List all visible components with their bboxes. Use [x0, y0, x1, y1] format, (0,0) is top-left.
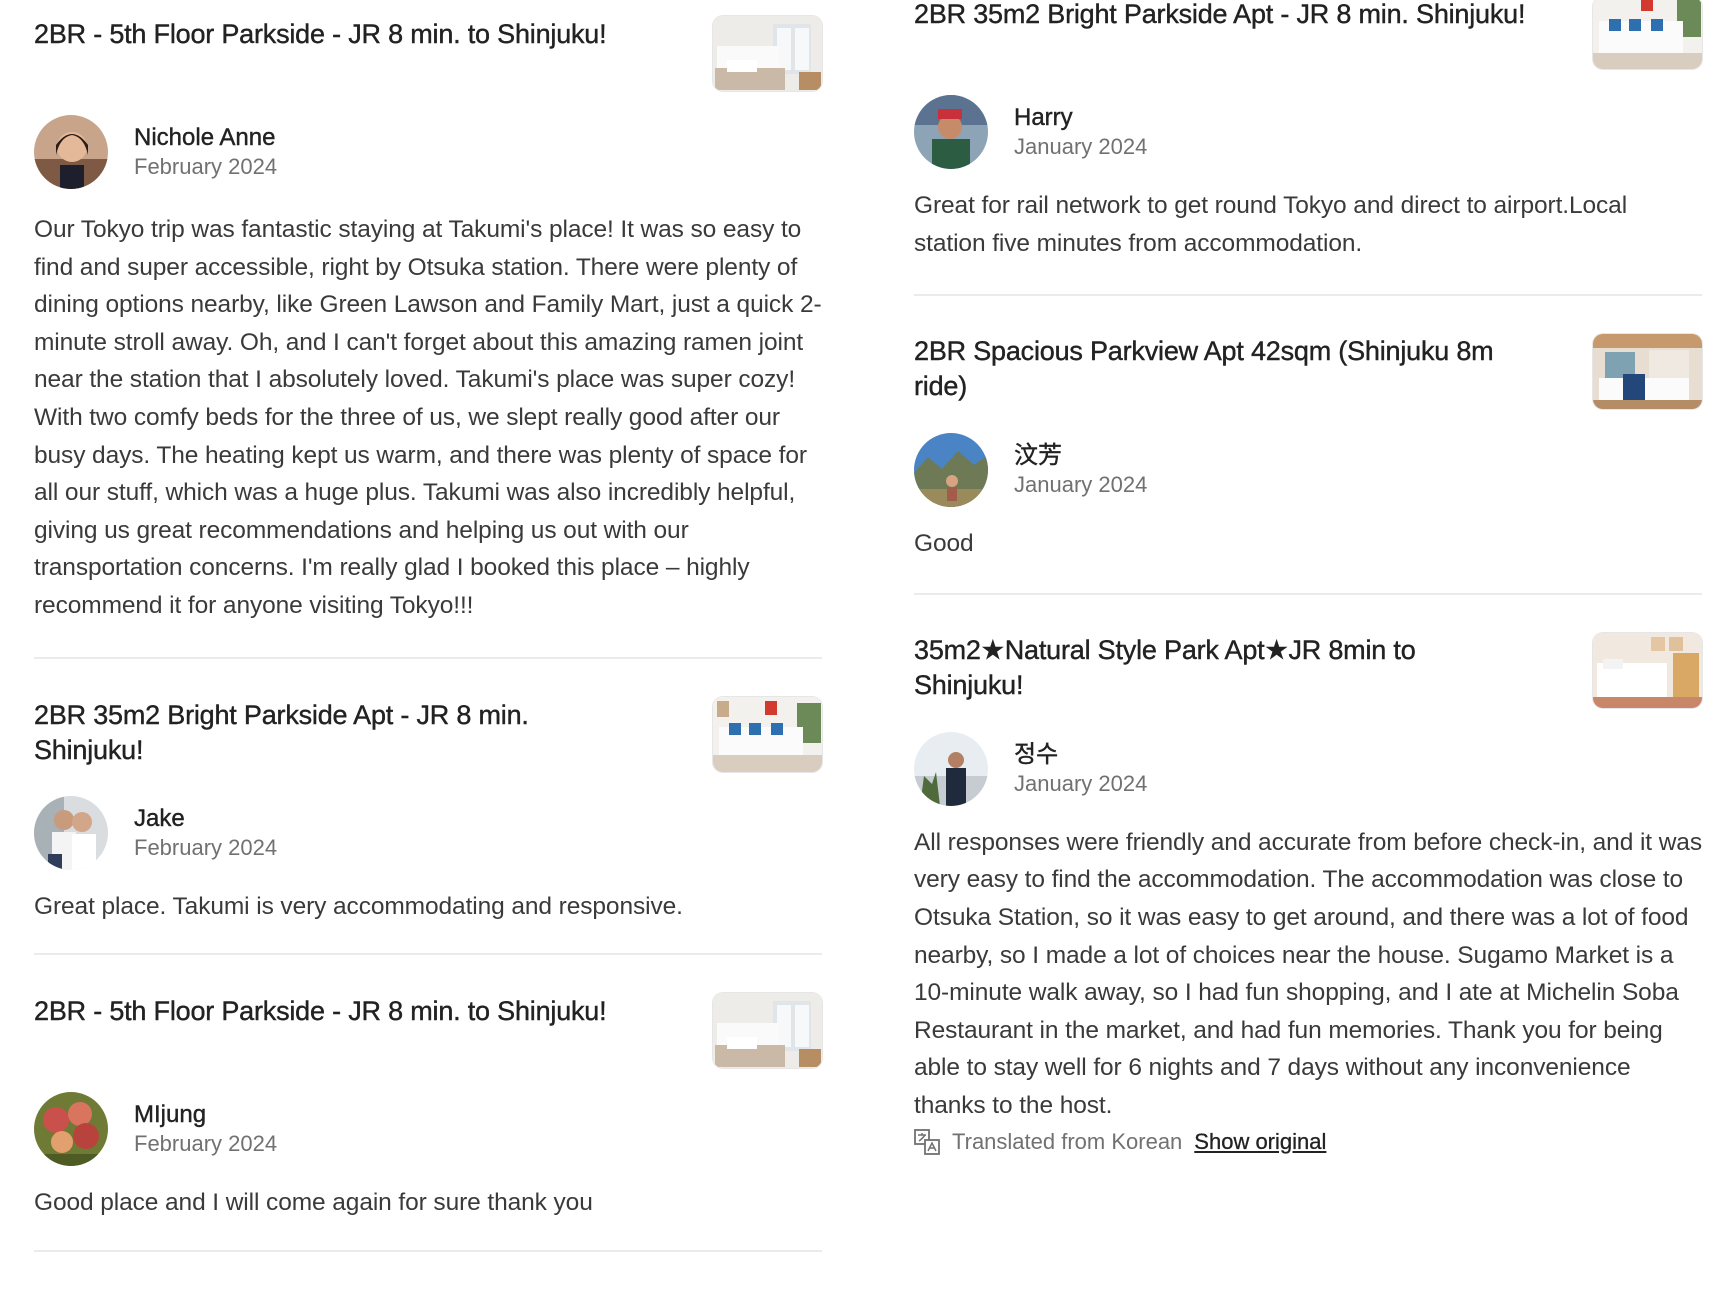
review-text: Good: [914, 530, 974, 558]
listing-thumbnail[interactable]: [1593, 0, 1702, 69]
reviewer-name: Nichole Anne: [134, 124, 276, 151]
reviewer-avatar[interactable]: [914, 731, 988, 806]
show-original-link[interactable]: Show original: [1194, 1128, 1326, 1155]
reviewer-avatar[interactable]: [914, 433, 988, 508]
review-date: January 2024: [1014, 472, 1148, 498]
listing-thumbnail[interactable]: [713, 16, 822, 91]
review-header: 2BR - 5th Floor Parkside - JR 8 min. to …: [34, 16, 822, 91]
review-card: 2BR 35m2 Bright Parkside Apt - JR 8 min.…: [914, 0, 1702, 262]
reviewer-name: MIjung: [134, 1101, 207, 1129]
listing-thumbnail[interactable]: [713, 993, 822, 1069]
review-text: Our Tokyo trip was fantastic staying at …: [34, 216, 822, 619]
review-header: 2BR 35m2 Bright Parkside Apt - JR 8 min.…: [914, 0, 1702, 69]
reviewer-name: 汶芳: [1014, 442, 1062, 470]
review-date: February 2024: [134, 154, 278, 179]
reviewer-info: 汶芳 January 2024: [914, 433, 1702, 508]
reviewer-meta: 정수 January 2024: [1014, 740, 1148, 798]
review-divider: [34, 1249, 822, 1252]
review-header: 2BR - 5th Floor Parkside - JR 8 min. to …: [34, 993, 822, 1069]
reviewer-meta: Nichole Anne February 2024: [134, 123, 277, 181]
reviewer-info: MIjung February 2024: [34, 1092, 822, 1167]
translation-notice: Translated from Korean Show original: [914, 1128, 1702, 1155]
review-date: January 2024: [1014, 134, 1148, 159]
reviewer-info: Nichole Anne February 2024: [34, 115, 822, 189]
review-card: 2BR 35m2 Bright Parkside Apt - JR 8 min.…: [34, 659, 822, 926]
review-header: 2BR 35m2 Bright Parkside Apt - JR 8 min.…: [34, 696, 822, 772]
listing-thumbnail[interactable]: [713, 696, 822, 772]
review-header: 2BR Spacious Parkview Apt 42sqm (Shinjuk…: [914, 334, 1702, 410]
review-card: 2BR Spacious Parkview Apt 42sqm (Shinjuk…: [914, 296, 1702, 563]
right-review-column: 2BR 35m2 Bright Parkside Apt - JR 8 min.…: [914, 0, 1702, 1155]
listing-title[interactable]: 2BR - 5th Floor Parkside - JR 8 min. to …: [34, 17, 607, 52]
reviewer-name: 정수: [1014, 740, 1059, 768]
review-text: Good place and I will come again for sur…: [34, 1189, 593, 1217]
reviewer-info: 정수 January 2024: [914, 731, 1702, 806]
reviewer-meta: Harry January 2024: [1014, 103, 1148, 161]
reviewer-avatar[interactable]: [34, 1092, 108, 1167]
review-card: 2BR - 5th Floor Parkside - JR 8 min. to …: [34, 0, 822, 625]
review-date: February 2024: [134, 1131, 278, 1157]
listing-title[interactable]: 2BR 35m2 Bright Parkside Apt - JR 8 min.…: [34, 698, 644, 768]
review-date: February 2024: [134, 834, 278, 860]
reviewer-meta: 汶芳 January 2024: [1014, 441, 1148, 499]
left-review-column: 2BR - 5th Floor Parkside - JR 8 min. to …: [34, 0, 822, 1252]
listing-title[interactable]: 2BR - 5th Floor Parkside - JR 8 min. to …: [34, 994, 607, 1029]
reviewer-name: Harry: [1014, 104, 1073, 131]
reviewer-name: Jake: [134, 804, 185, 832]
listing-title[interactable]: 2BR 35m2 Bright Parkside Apt - JR 8 min.…: [914, 0, 1526, 32]
translated-label: Translated from Korean: [952, 1128, 1183, 1154]
review-card: 35m2★Natural Style Park Apt★JR 8min to S…: [914, 595, 1702, 1155]
reviewer-info: Jake February 2024: [34, 795, 822, 870]
review-text: Great for rail network to get round Toky…: [914, 192, 1628, 257]
listing-title[interactable]: 2BR Spacious Parkview Apt 42sqm (Shinjuk…: [914, 334, 1504, 404]
reviewer-avatar[interactable]: [914, 95, 988, 169]
review-text: Great place. Takumi is very accommodatin…: [34, 892, 683, 920]
review-header: 35m2★Natural Style Park Apt★JR 8min to S…: [914, 632, 1702, 708]
reviewer-meta: Jake February 2024: [134, 804, 277, 862]
translate-icon: [914, 1128, 940, 1155]
listing-thumbnail[interactable]: [1593, 632, 1702, 708]
listing-thumbnail[interactable]: [1593, 334, 1702, 410]
reviewer-avatar[interactable]: [34, 115, 108, 189]
reviewer-info: Harry January 2024: [914, 95, 1702, 169]
reviewer-avatar[interactable]: [34, 795, 108, 870]
review-card: 2BR - 5th Floor Parkside - JR 8 min. to …: [34, 955, 822, 1222]
reviewer-meta: MIjung February 2024: [134, 1100, 277, 1158]
review-date: January 2024: [1014, 770, 1148, 796]
review-text: All responses were friendly and accurate…: [914, 828, 1702, 1119]
listing-title[interactable]: 35m2★Natural Style Park Apt★JR 8min to S…: [914, 633, 1474, 703]
